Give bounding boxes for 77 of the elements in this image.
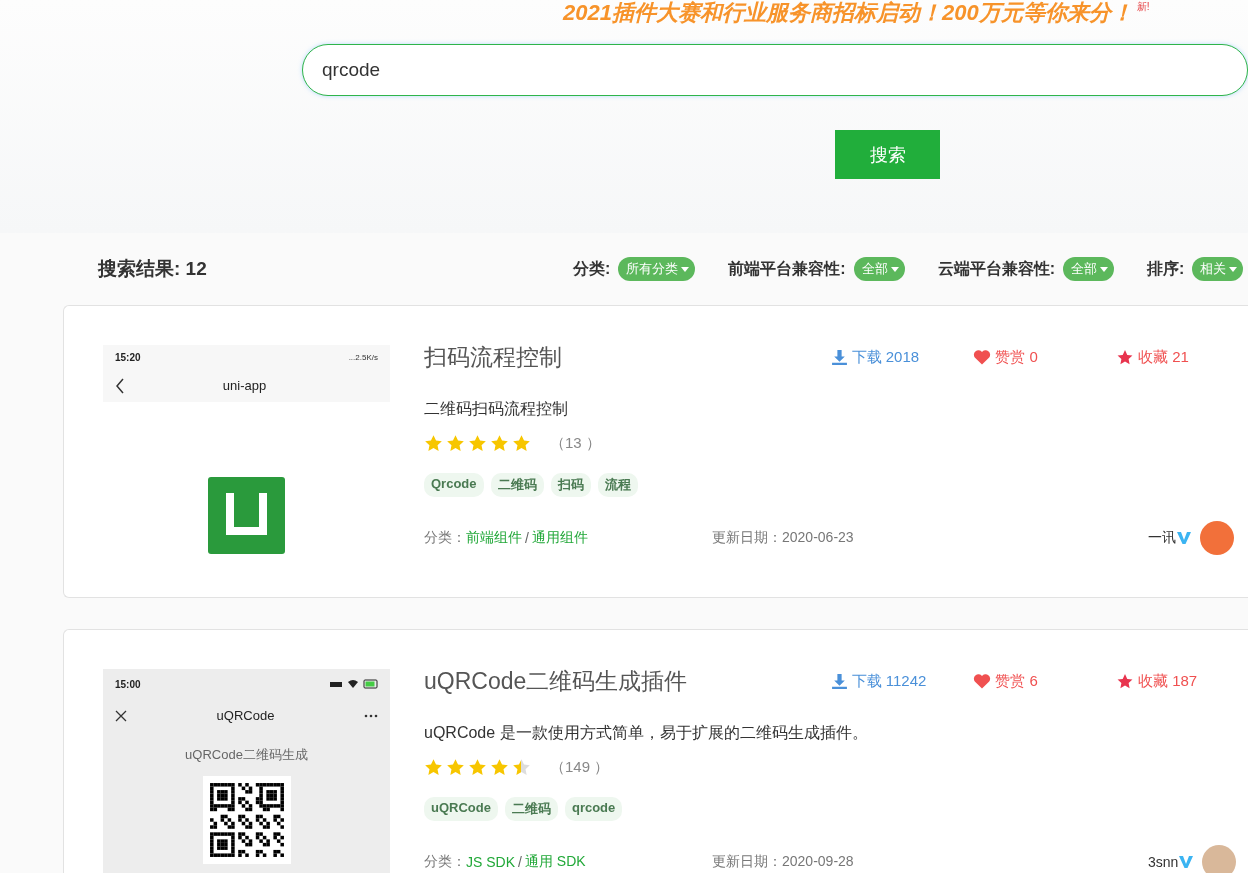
rating-count: （149 ） xyxy=(550,758,610,777)
plugin-title[interactable]: uQRCode二维码生成插件 xyxy=(424,665,831,697)
download-count[interactable]: 下载 2018 xyxy=(830,347,974,367)
new-label: 新! xyxy=(1136,0,1150,14)
filter-label: 排序: xyxy=(1147,258,1185,279)
tag[interactable]: 二维码 xyxy=(490,473,544,497)
category-separator: / xyxy=(525,530,529,546)
star-icon xyxy=(512,758,531,777)
star-icon xyxy=(468,758,487,777)
heart-icon xyxy=(973,673,992,689)
star-icon xyxy=(424,758,443,777)
plugin-description: uQRCode 是一款使用方式简单，易于扩展的二维码生成插件。 xyxy=(424,723,869,743)
status-time: 15:00 xyxy=(115,678,141,690)
category-link[interactable]: 前端组件 xyxy=(466,529,522,547)
star-icon xyxy=(1116,348,1134,366)
category-label: 分类： xyxy=(424,853,466,871)
author-name[interactable]: 3snn xyxy=(1148,854,1179,870)
reward-count[interactable]: 赞赏 6 xyxy=(973,671,1116,691)
caret-icon xyxy=(1100,266,1108,272)
star-icon xyxy=(446,434,465,453)
tag[interactable]: qrcode xyxy=(564,797,623,821)
results-count: 搜索结果: 12 xyxy=(98,257,208,281)
star-icon xyxy=(424,434,443,453)
star-icon xyxy=(446,758,465,777)
caret-icon xyxy=(681,266,690,272)
filter-dropdown[interactable]: 所有分类 xyxy=(618,257,696,281)
favorite-count[interactable]: 收藏 21 xyxy=(1116,347,1244,367)
banner-text[interactable]: 2021插件大赛和行业服务商招标启动！200万元等你来分！ xyxy=(563,0,1133,26)
category-link[interactable]: 通用组件 xyxy=(531,529,588,547)
close-icon xyxy=(115,709,127,722)
filter-dropdown[interactable]: 全部 xyxy=(853,257,905,281)
category-separator: / xyxy=(518,854,522,870)
star-icon xyxy=(490,758,509,777)
plugin-title[interactable]: 扫码流程控制 xyxy=(424,341,831,373)
filter-dropdown[interactable]: 全部 xyxy=(1063,257,1114,281)
favorite-count[interactable]: 收藏 187 xyxy=(1116,671,1244,691)
download-count[interactable]: 下载 11242 xyxy=(830,671,974,691)
tag[interactable]: Qrcode xyxy=(424,473,484,497)
category-link[interactable]: JS SDK xyxy=(466,854,515,870)
caret-icon xyxy=(1229,266,1238,272)
logo-icon xyxy=(208,477,285,554)
more-icon xyxy=(364,713,378,718)
tag[interactable]: 流程 xyxy=(597,473,638,497)
category-link[interactable]: 通用 SDK xyxy=(524,853,586,871)
screen-caption: uQRCode二维码生成 xyxy=(185,746,308,764)
status-text: ...2.5K/s xyxy=(348,352,378,362)
status-time: 15:20 xyxy=(115,351,141,363)
download-icon xyxy=(830,348,848,366)
filter-dropdown[interactable]: 相关 xyxy=(1192,257,1244,281)
filter-label: 前端平台兼容性: xyxy=(728,258,846,279)
star-icon xyxy=(468,434,487,453)
filter-label: 云端平台兼容性: xyxy=(937,258,1055,279)
screen-title: uQRCode xyxy=(215,708,276,723)
rating-count: （13 ） xyxy=(550,434,601,453)
caret-icon xyxy=(890,266,899,272)
star-icon xyxy=(512,434,531,453)
heart-icon xyxy=(973,349,992,365)
search-field[interactable]: qrcode xyxy=(302,44,1248,96)
tag[interactable]: 二维码 xyxy=(504,797,558,821)
star-icon xyxy=(490,434,509,453)
reward-count[interactable]: 赞赏 0 xyxy=(973,347,1116,367)
avatar[interactable] xyxy=(1200,521,1234,555)
filter-label: 分类: xyxy=(573,258,611,279)
star-icon xyxy=(1116,672,1134,690)
back-icon xyxy=(115,377,125,394)
tag[interactable]: uQRCode xyxy=(424,797,498,821)
screen-title: uni-app xyxy=(221,378,268,393)
avatar[interactable] xyxy=(1202,845,1237,873)
download-icon xyxy=(830,672,848,690)
update-date: 更新日期：2020-06-23 xyxy=(712,529,855,547)
update-date: 更新日期：2020-09-28 xyxy=(712,853,855,871)
author-name[interactable]: 一讯 xyxy=(1148,529,1176,547)
status-icons xyxy=(330,679,378,689)
tag[interactable]: 扫码 xyxy=(550,473,591,497)
category-label: 分类： xyxy=(424,529,466,547)
search-button[interactable]: 搜索 xyxy=(835,130,940,179)
plugin-description: 二维码扫码流程控制 xyxy=(424,399,569,419)
